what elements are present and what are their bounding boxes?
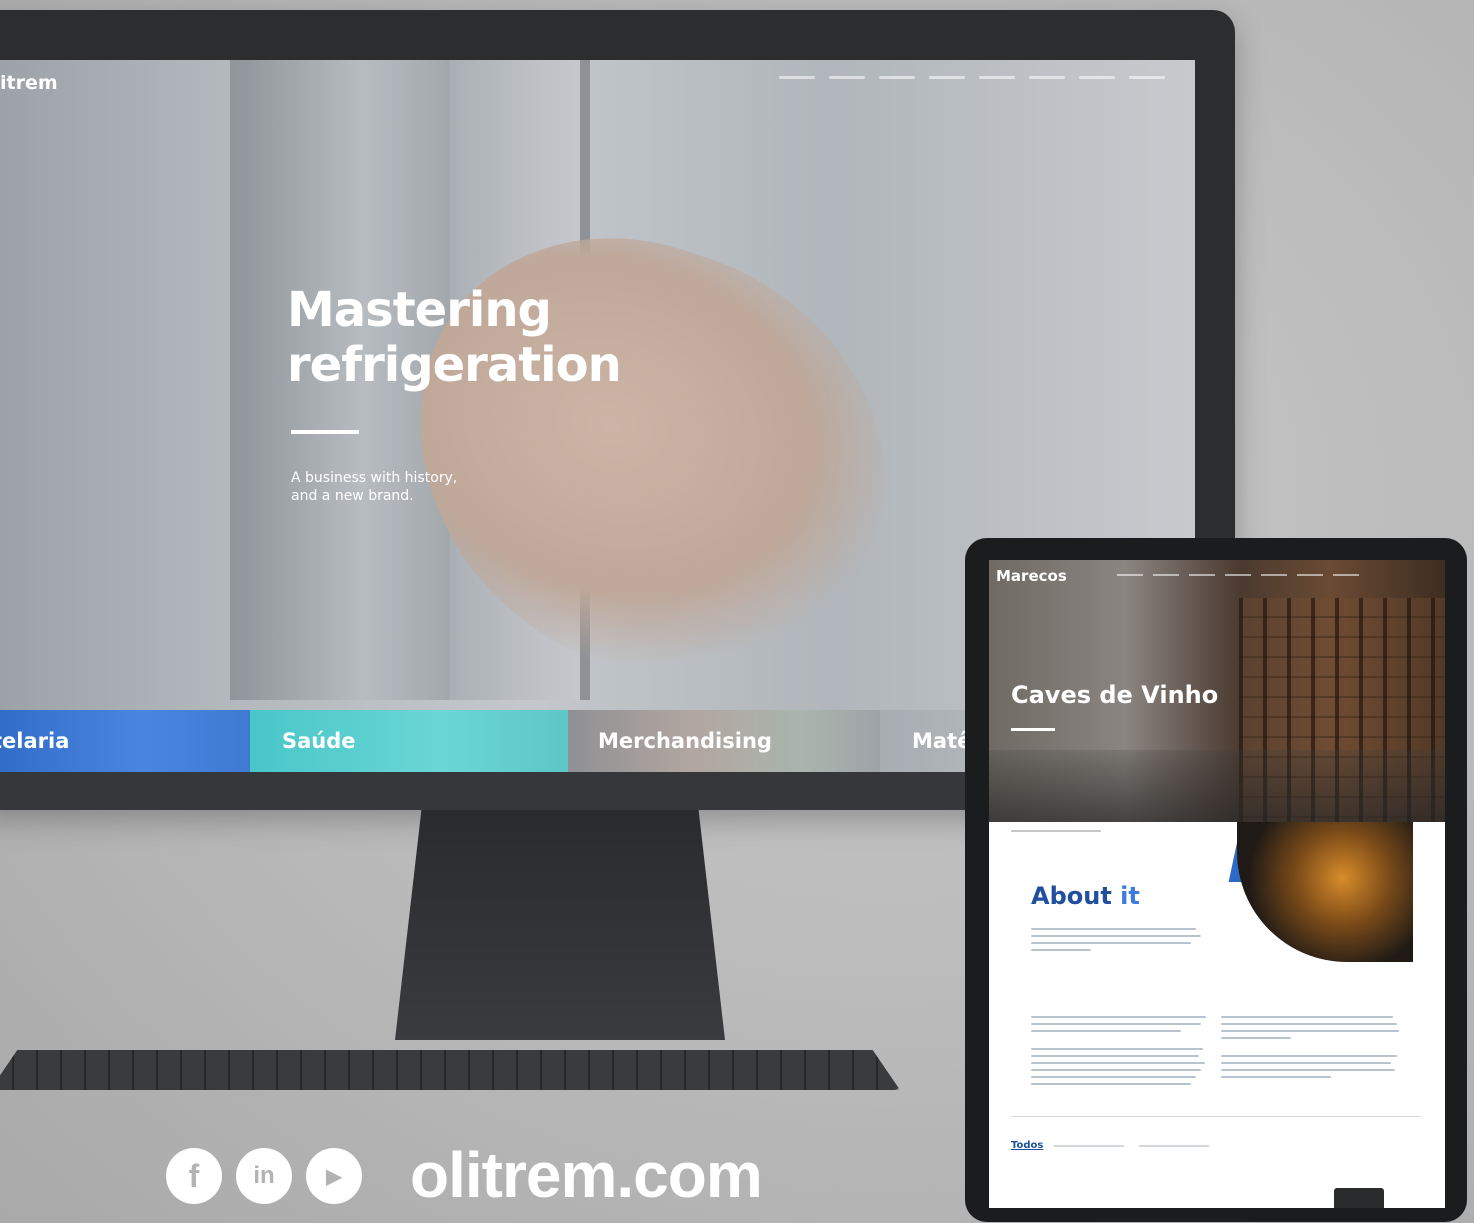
- about-title: About it: [1031, 882, 1140, 910]
- hero-floor: [989, 750, 1445, 822]
- monitor-stand: [395, 810, 725, 1040]
- category-tile-hotelaria[interactable]: telaria: [0, 710, 250, 772]
- nav-item[interactable]: [1261, 574, 1287, 576]
- site-url[interactable]: olitrem.com: [410, 1138, 763, 1212]
- nav-item[interactable]: [929, 76, 965, 79]
- social-links: f in ▶: [166, 1148, 362, 1204]
- category-label: Merchandising: [598, 729, 772, 753]
- section-divider: [1011, 1116, 1421, 1117]
- body-column-right: [1221, 1016, 1401, 1083]
- nav-item[interactable]: [1029, 76, 1065, 79]
- category-tile-saude[interactable]: Saúde: [250, 710, 568, 772]
- nav-item[interactable]: [1117, 574, 1143, 576]
- facebook-glyph: f: [188, 1157, 200, 1194]
- tablet-device: Marecos Caves de Vinho About it Todos: [965, 538, 1467, 1222]
- nav-item[interactable]: [1333, 574, 1359, 576]
- category-label: Matê: [912, 729, 972, 753]
- linkedin-icon[interactable]: in: [236, 1148, 292, 1204]
- nav-item[interactable]: [1129, 76, 1165, 79]
- youtube-glyph: ▶: [326, 1165, 342, 1188]
- hero-divider: [291, 430, 359, 434]
- hero-title: Mastering refrigeration: [287, 282, 622, 393]
- linkedin-glyph: in: [253, 1162, 275, 1189]
- hero-subtitle-line: A business with history,: [291, 470, 458, 486]
- nav-item[interactable]: [1079, 76, 1115, 79]
- tablet-hero-divider: [1011, 728, 1055, 731]
- nav-item[interactable]: [829, 76, 865, 79]
- nav-item[interactable]: [779, 76, 815, 79]
- breadcrumb[interactable]: [1011, 830, 1101, 832]
- about-title-accent: it: [1120, 882, 1140, 910]
- tablet-screen: Marecos Caves de Vinho About it Todos: [989, 560, 1445, 1208]
- nav-item[interactable]: [979, 76, 1015, 79]
- tablet-nav: [1117, 574, 1359, 576]
- hero-subtitle: A business with history, and a new brand…: [291, 469, 457, 505]
- category-tile-merchandising[interactable]: Merchandising: [568, 710, 880, 772]
- hero-title-line: Mastering: [287, 282, 552, 338]
- category-label: Saúde: [282, 729, 356, 753]
- nav-item[interactable]: [1189, 574, 1215, 576]
- about-paragraph: [1031, 928, 1201, 956]
- tablet-logo[interactable]: Marecos: [996, 567, 1067, 585]
- site-logo[interactable]: itrem: [0, 72, 58, 94]
- hero-title-line: refrigeration: [287, 337, 622, 393]
- filter-tab[interactable]: [1054, 1145, 1124, 1147]
- nav-item[interactable]: [1297, 574, 1323, 576]
- nav-item[interactable]: [1153, 574, 1179, 576]
- hero-subtitle-line: and a new brand.: [291, 488, 414, 504]
- nav-item[interactable]: [1225, 574, 1251, 576]
- tablet-hero-title: Caves de Vinho: [1011, 681, 1219, 709]
- keyboard: [0, 1050, 900, 1090]
- about-title-main: About: [1031, 882, 1112, 910]
- site-nav: [779, 76, 1165, 79]
- product-thumbnail[interactable]: [1334, 1188, 1384, 1208]
- body-column-left: [1031, 1016, 1206, 1090]
- category-label: telaria: [0, 729, 70, 753]
- wine-bottles-image: [1237, 822, 1413, 962]
- facebook-icon[interactable]: f: [166, 1148, 222, 1204]
- nav-item[interactable]: [879, 76, 915, 79]
- filter-tab-all[interactable]: Todos: [1011, 1140, 1043, 1151]
- filter-tab[interactable]: [1139, 1145, 1209, 1147]
- youtube-icon[interactable]: ▶: [306, 1148, 362, 1204]
- tablet-header: Marecos: [989, 560, 1445, 594]
